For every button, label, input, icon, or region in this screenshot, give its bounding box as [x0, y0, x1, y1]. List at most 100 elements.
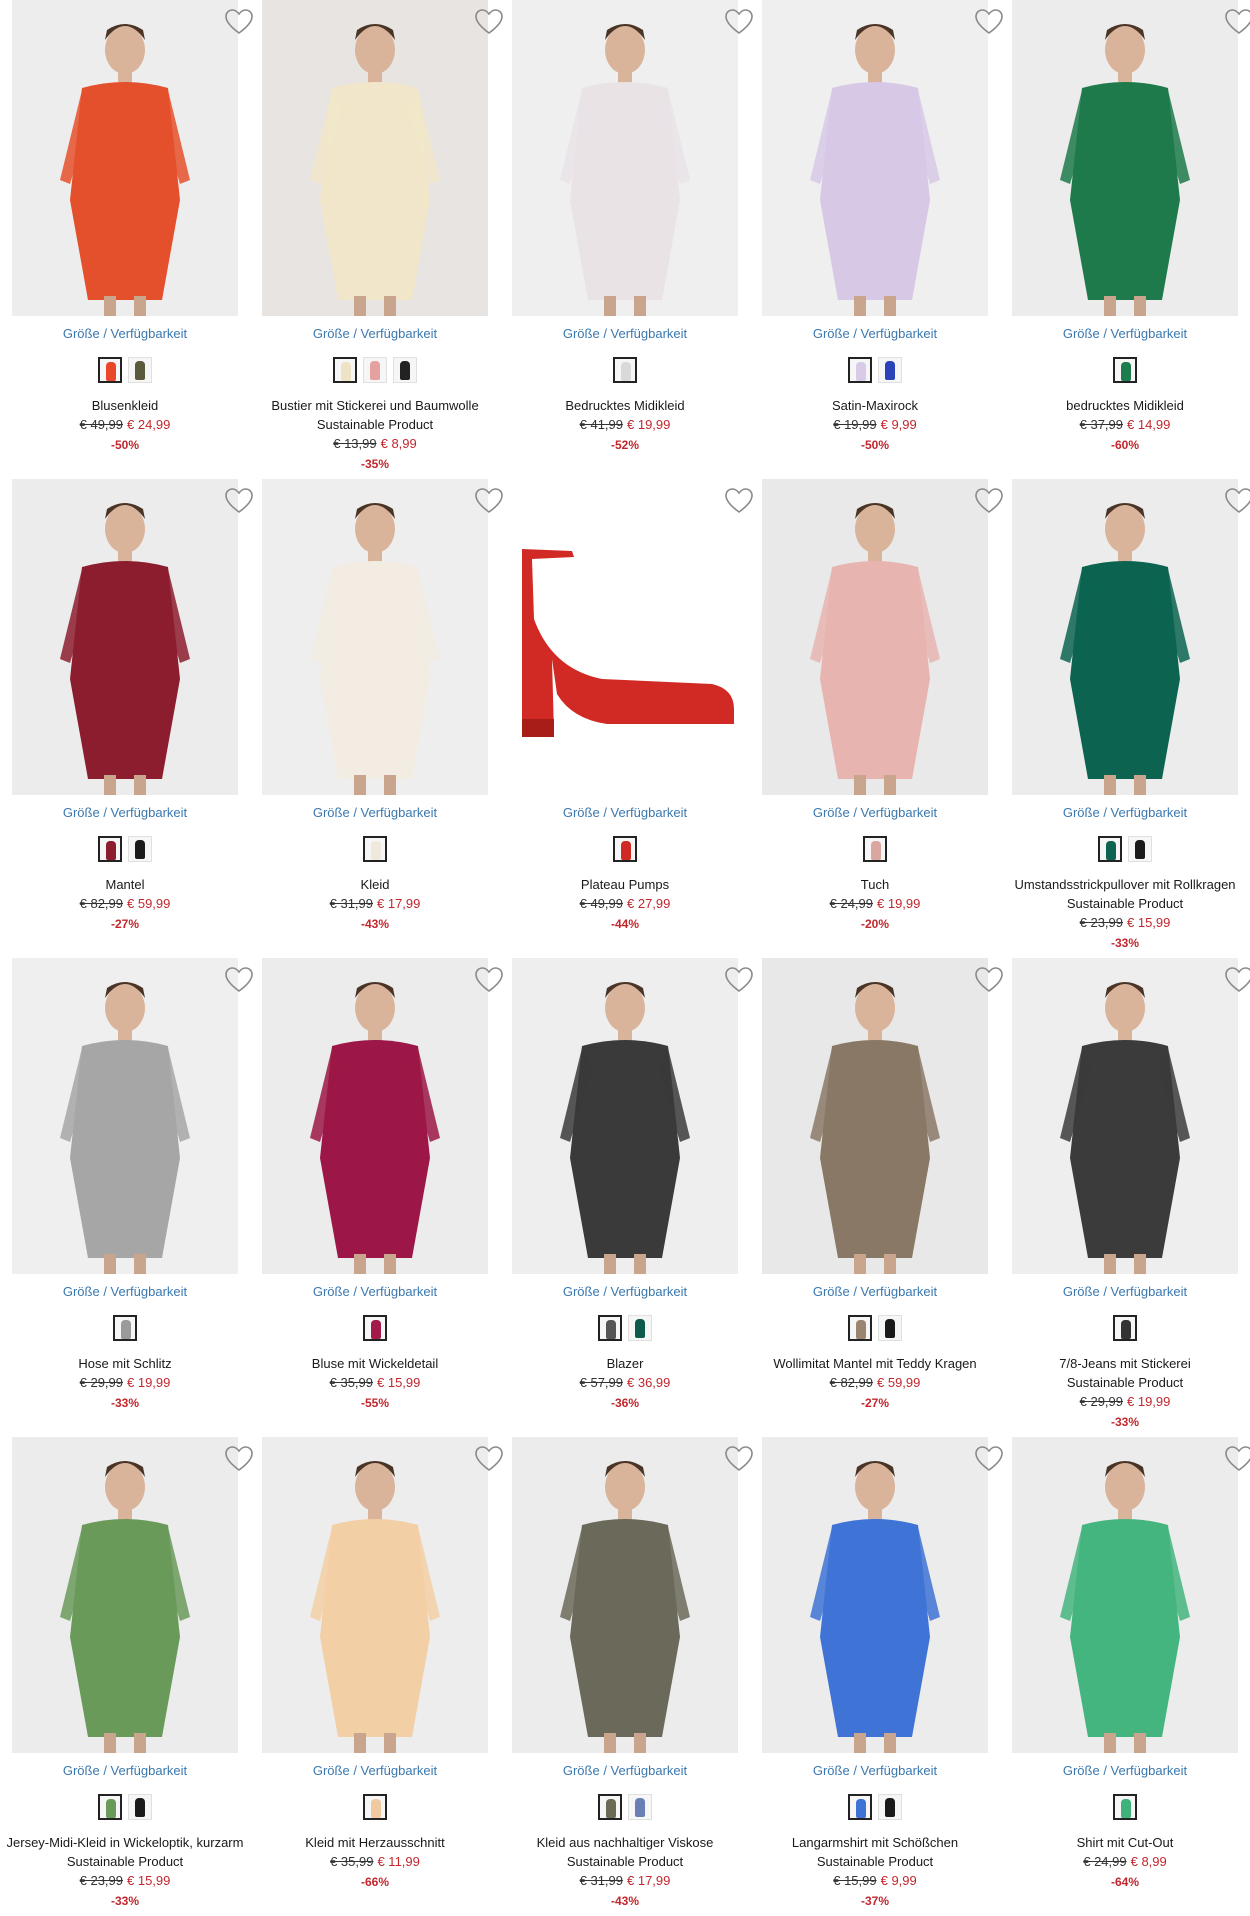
- color-swatch[interactable]: [1128, 836, 1152, 862]
- color-swatch[interactable]: [98, 836, 122, 862]
- wishlist-heart-icon[interactable]: [224, 487, 254, 515]
- size-availability-link[interactable]: Größe / Verfügbarkeit: [12, 1763, 238, 1778]
- wishlist-heart-icon[interactable]: [724, 8, 754, 36]
- color-swatch[interactable]: [878, 1315, 902, 1341]
- wishlist-heart-icon[interactable]: [474, 1445, 504, 1473]
- color-swatch[interactable]: [598, 1794, 622, 1820]
- color-swatch[interactable]: [128, 836, 152, 862]
- size-availability-link[interactable]: Größe / Verfügbarkeit: [1012, 1763, 1238, 1778]
- product-image[interactable]: [262, 479, 488, 795]
- product-name[interactable]: Kleid mit Herzausschnitt: [242, 1833, 508, 1852]
- product-card[interactable]: Größe / Verfügbarkeit Wollimitat Mantel m…: [762, 958, 1012, 1428]
- product-image[interactable]: [262, 0, 488, 316]
- color-swatch[interactable]: [628, 1794, 652, 1820]
- product-image[interactable]: [12, 0, 238, 316]
- color-swatch[interactable]: [1113, 1794, 1137, 1820]
- size-availability-link[interactable]: Größe / Verfügbarkeit: [262, 326, 488, 341]
- wishlist-heart-icon[interactable]: [1224, 966, 1250, 994]
- product-card[interactable]: Größe / Verfügbarkeit Shirt mit Cut-Out € …: [1012, 1437, 1250, 1907]
- wishlist-heart-icon[interactable]: [1224, 1445, 1250, 1473]
- product-image[interactable]: [762, 479, 988, 795]
- product-image[interactable]: [12, 1437, 238, 1753]
- product-name[interactable]: Bedrucktes Midikleid: [492, 396, 758, 415]
- size-availability-link[interactable]: Größe / Verfügbarkeit: [262, 805, 488, 820]
- product-card[interactable]: Größe / Verfügbarkeit bedrucktes Midiklei…: [1012, 0, 1250, 470]
- color-swatch[interactable]: [1098, 836, 1122, 862]
- product-image[interactable]: [762, 1437, 988, 1753]
- product-name[interactable]: 7/8-Jeans mit Stickerei: [992, 1354, 1250, 1373]
- product-image[interactable]: [262, 1437, 488, 1753]
- product-name[interactable]: Bustier mit Stickerei und Baumwolle: [242, 396, 508, 415]
- wishlist-heart-icon[interactable]: [224, 966, 254, 994]
- wishlist-heart-icon[interactable]: [974, 966, 1004, 994]
- product-image[interactable]: [12, 958, 238, 1274]
- product-image[interactable]: [762, 0, 988, 316]
- wishlist-heart-icon[interactable]: [224, 1445, 254, 1473]
- size-availability-link[interactable]: Größe / Verfügbarkeit: [1012, 805, 1238, 820]
- size-availability-link[interactable]: Größe / Verfügbarkeit: [1012, 1284, 1238, 1299]
- size-availability-link[interactable]: Größe / Verfügbarkeit: [262, 1763, 488, 1778]
- product-name[interactable]: Kleid aus nachhaltiger Viskose: [492, 1833, 758, 1852]
- product-image[interactable]: [512, 0, 738, 316]
- product-image[interactable]: [512, 1437, 738, 1753]
- wishlist-heart-icon[interactable]: [474, 8, 504, 36]
- product-image[interactable]: [1012, 479, 1238, 795]
- product-image[interactable]: [12, 479, 238, 795]
- color-swatch[interactable]: [878, 357, 902, 383]
- product-card[interactable]: Größe / Verfügbarkeit Kleid € 31,99 € 17,99…: [262, 479, 512, 949]
- product-card[interactable]: Größe / Verfügbarkeit 7/8-Jeans mit Stick…: [1012, 958, 1250, 1429]
- product-card[interactable]: Größe / Verfügbarkeit Umstandsstrickpullo…: [1012, 479, 1250, 950]
- product-image[interactable]: [262, 958, 488, 1274]
- color-swatch[interactable]: [878, 1794, 902, 1820]
- product-name[interactable]: Blusenkleid: [0, 396, 258, 415]
- color-swatch[interactable]: [613, 357, 637, 383]
- product-image[interactable]: [762, 958, 988, 1274]
- color-swatch[interactable]: [848, 1794, 872, 1820]
- color-swatch[interactable]: [863, 836, 887, 862]
- product-name[interactable]: Jersey-Midi-Kleid in Wickeloptik, kurzar…: [0, 1833, 258, 1852]
- color-swatch[interactable]: [363, 1794, 387, 1820]
- size-availability-link[interactable]: Größe / Verfügbarkeit: [12, 805, 238, 820]
- wishlist-heart-icon[interactable]: [724, 966, 754, 994]
- wishlist-heart-icon[interactable]: [974, 8, 1004, 36]
- product-name[interactable]: Plateau Pumps: [492, 875, 758, 894]
- product-name[interactable]: Bluse mit Wickeldetail: [242, 1354, 508, 1373]
- wishlist-heart-icon[interactable]: [1224, 8, 1250, 36]
- product-name[interactable]: Langarmshirt mit Schößchen: [742, 1833, 1008, 1852]
- product-name[interactable]: Hose mit Schlitz: [0, 1354, 258, 1373]
- product-card[interactable]: Größe / Verfügbarkeit Kleid aus nachhalti…: [512, 1437, 762, 1908]
- product-name[interactable]: Satin-Maxirock: [742, 396, 1008, 415]
- size-availability-link[interactable]: Größe / Verfügbarkeit: [762, 326, 988, 341]
- product-card[interactable]: Größe / Verfügbarkeit Mantel € 82,99 € 59,9…: [12, 479, 262, 949]
- product-image[interactable]: [1012, 1437, 1238, 1753]
- product-name[interactable]: Tuch: [742, 875, 1008, 894]
- size-availability-link[interactable]: Größe / Verfügbarkeit: [512, 326, 738, 341]
- color-swatch[interactable]: [333, 357, 357, 383]
- color-swatch[interactable]: [363, 836, 387, 862]
- product-card[interactable]: Größe / Verfügbarkeit Bustier mit Sticker…: [262, 0, 512, 471]
- color-swatch[interactable]: [848, 1315, 872, 1341]
- wishlist-heart-icon[interactable]: [474, 487, 504, 515]
- product-card[interactable]: Größe / Verfügbarkeit Satin-Maxirock € 19,…: [762, 0, 1012, 470]
- color-swatch[interactable]: [113, 1315, 137, 1341]
- product-image[interactable]: [512, 958, 738, 1274]
- product-name[interactable]: bedrucktes Midikleid: [992, 396, 1250, 415]
- size-availability-link[interactable]: Größe / Verfügbarkeit: [12, 326, 238, 341]
- product-name[interactable]: Wollimitat Mantel mit Teddy Kragen: [742, 1354, 1008, 1373]
- product-card[interactable]: Größe / Verfügbarkeit Plateau Pumps € 49,9…: [512, 479, 762, 949]
- color-swatch[interactable]: [363, 357, 387, 383]
- product-card[interactable]: Größe / Verfügbarkeit Blazer € 57,99 € 36,9…: [512, 958, 762, 1428]
- color-swatch[interactable]: [1113, 357, 1137, 383]
- product-name[interactable]: Mantel: [0, 875, 258, 894]
- color-swatch[interactable]: [628, 1315, 652, 1341]
- color-swatch[interactable]: [848, 357, 872, 383]
- size-availability-link[interactable]: Größe / Verfügbarkeit: [512, 1763, 738, 1778]
- wishlist-heart-icon[interactable]: [974, 1445, 1004, 1473]
- wishlist-heart-icon[interactable]: [1224, 487, 1250, 515]
- color-swatch[interactable]: [1113, 1315, 1137, 1341]
- product-card[interactable]: Größe / Verfügbarkeit Tuch € 24,99 € 19,99-…: [762, 479, 1012, 949]
- wishlist-heart-icon[interactable]: [974, 487, 1004, 515]
- size-availability-link[interactable]: Größe / Verfügbarkeit: [762, 1763, 988, 1778]
- color-swatch[interactable]: [598, 1315, 622, 1341]
- product-card[interactable]: Größe / Verfügbarkeit Blusenkleid € 49,99 €…: [12, 0, 262, 470]
